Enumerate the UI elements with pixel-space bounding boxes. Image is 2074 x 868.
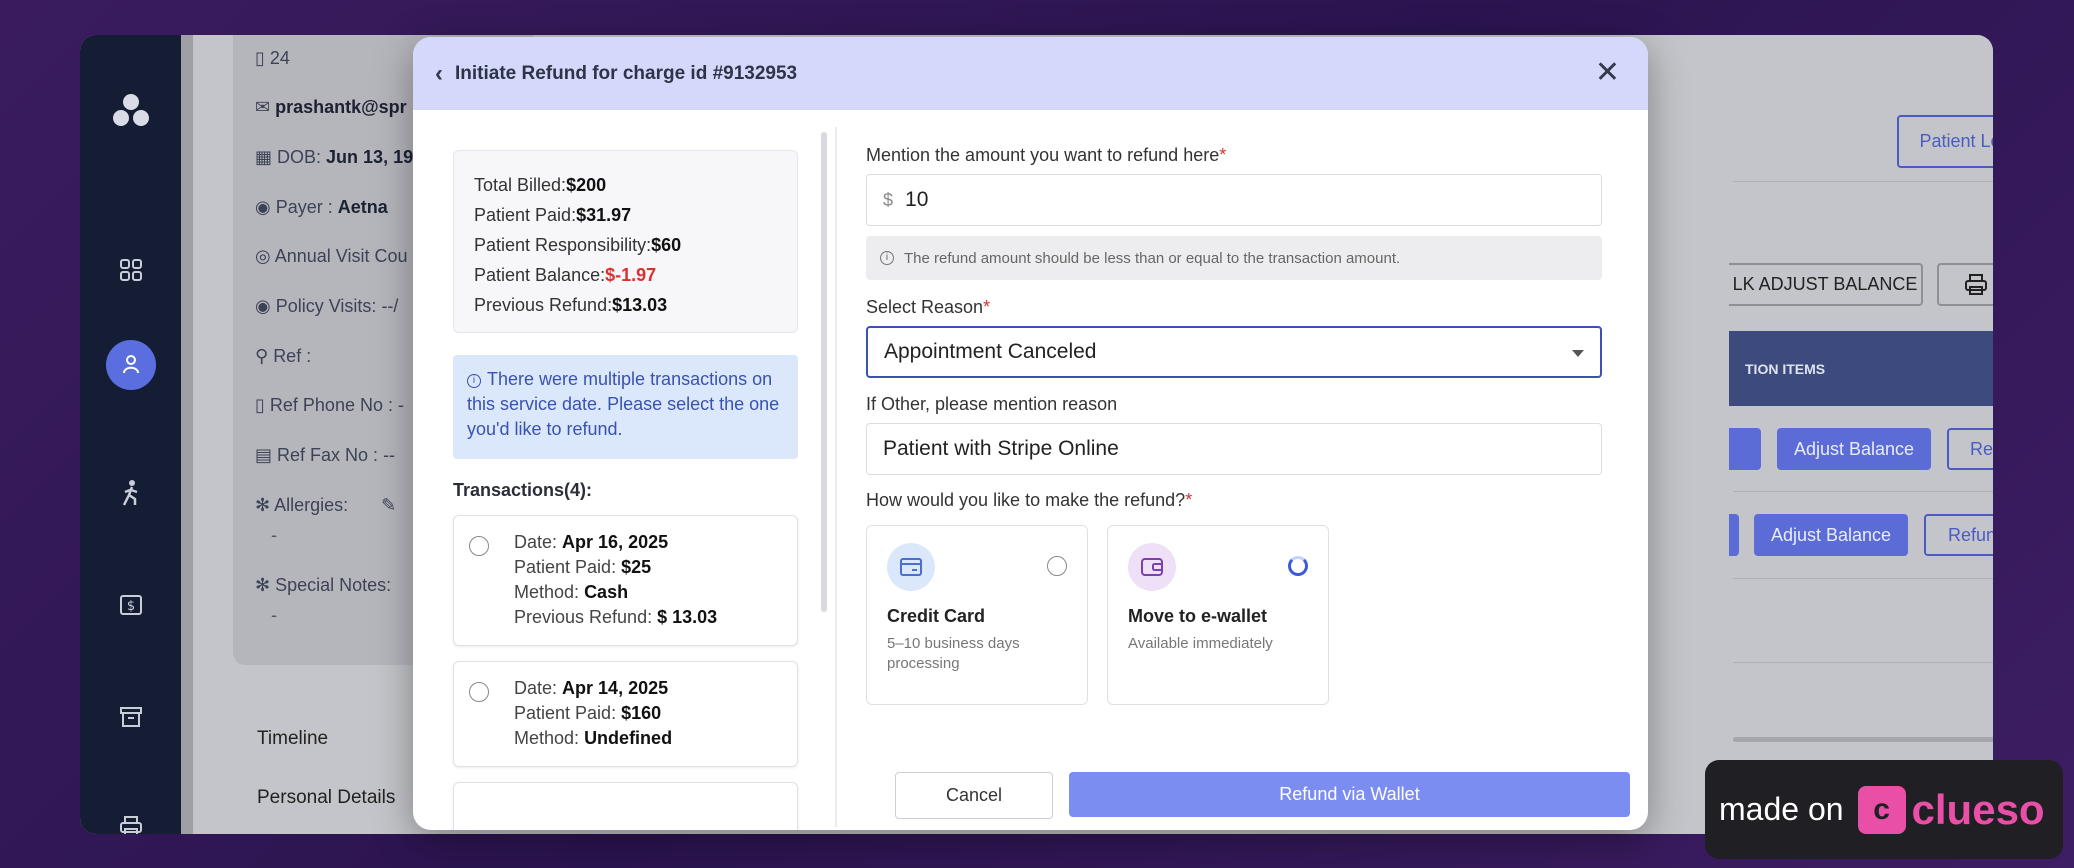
annual-visit-row: ◎ Annual Visit Cou	[255, 246, 408, 266]
row1-partial-button[interactable]	[1729, 428, 1761, 470]
email-row: ✉ prashantk@spr	[255, 97, 407, 117]
transactions-label: Transactions(4):	[453, 480, 593, 500]
clueso-watermark: made on c clueso	[1705, 760, 2063, 859]
app-logo-icon[interactable]	[80, 80, 181, 140]
activity-icon[interactable]	[80, 473, 181, 513]
other-reason-input[interactable]: Patient with Stripe Online	[866, 423, 1602, 475]
policy-visits-row: ◉ Policy Visits: --/	[255, 296, 399, 316]
chevron-down-icon	[1572, 350, 1584, 357]
credit-card-title: Credit Card	[887, 606, 986, 626]
column-divider	[835, 127, 837, 827]
credit-card-option[interactable]: Credit Card 5–10 business days processin…	[866, 525, 1088, 705]
patient-paid: Patient Paid:$31.97	[474, 205, 632, 225]
billing-icon[interactable]: $	[80, 585, 181, 625]
credit-card-desc: 5–10 business days processing	[887, 635, 1020, 672]
row1-adjust-balance-button[interactable]: Adjust Balance	[1777, 428, 1931, 470]
clueso-brand: clueso	[1911, 785, 2045, 833]
phone-row: ▯ 24	[255, 48, 290, 68]
archive-icon[interactable]	[80, 697, 181, 737]
modal-title: Initiate Refund for charge id #9132953	[455, 62, 798, 84]
charge-summary: Total Billed:$200 Patient Paid:$31.97 Pa…	[453, 150, 798, 333]
other-reason-label: If Other, please mention reason	[866, 394, 1118, 414]
credit-card-icon	[887, 543, 935, 591]
print-icon[interactable]	[80, 807, 181, 834]
info-icon: i	[880, 251, 894, 265]
patient-responsibility: Patient Responsibility:$60	[474, 235, 682, 255]
cancel-button[interactable]: Cancel	[895, 772, 1053, 819]
patient-balance: Patient Balance:$-1.97	[474, 265, 657, 285]
previous-refund: Previous Refund:$13.03	[474, 295, 668, 315]
multiple-transactions-info: i There were multiple transactions on thi…	[453, 355, 798, 459]
dashboard-icon[interactable]	[80, 250, 181, 290]
reason-select[interactable]: Appointment Canceled	[866, 326, 1602, 378]
refund-method-label: How would you like to make the refund?*	[866, 490, 1193, 510]
allergies-value: -	[271, 525, 277, 545]
allergies-row: ✻ Allergies: ✎	[255, 495, 397, 515]
sidebar: $	[80, 35, 181, 834]
back-chevron-icon[interactable]: ‹	[435, 60, 443, 88]
svg-text:$: $	[126, 599, 134, 614]
e-wallet-radio[interactable]	[1288, 556, 1308, 576]
transaction-card[interactable]: Date: Apr 16, 2025 Patient Paid: $25 Met…	[453, 515, 798, 646]
row2-partial-button[interactable]	[1729, 514, 1739, 556]
made-on-label: made on	[1719, 791, 1844, 827]
dob-row: ▦ DOB: Jun 13, 1995	[255, 147, 434, 167]
reason-label: Select Reason*	[866, 297, 991, 317]
ref-fax-row: ▤ Ref Fax No : --	[255, 445, 396, 465]
timeline-label[interactable]: Timeline	[257, 728, 328, 750]
special-notes-row: ✻ Special Notes:	[255, 575, 392, 595]
e-wallet-option[interactable]: Move to e-wallet Available immediately	[1107, 525, 1329, 705]
row2-adjust-balance-button[interactable]: Adjust Balance	[1754, 514, 1908, 556]
ref-phone-row: ▯ Ref Phone No : -	[255, 395, 404, 415]
personal-details-label[interactable]: Personal Details	[257, 787, 395, 809]
amount-hint: i The refund amount should be less than o…	[866, 236, 1602, 280]
transaction-radio[interactable]	[469, 536, 489, 556]
refund-amount-input[interactable]: $10	[866, 174, 1602, 226]
credit-card-radio[interactable]	[1047, 556, 1067, 576]
amount-label: Mention the amount you want to refund he…	[866, 145, 1227, 165]
payer-row: ◉ Payer : Aetna	[255, 197, 388, 217]
special-notes-value: -	[271, 605, 277, 625]
refund-modal: ‹ Initiate Refund for charge id #9132953…	[413, 37, 1648, 830]
patient-ledger-button[interactable]: Patient Ledger	[1897, 115, 1993, 168]
modal-header: ‹ Initiate Refund for charge id #9132953…	[413, 37, 1648, 110]
scrollbar[interactable]	[181, 35, 193, 834]
wallet-icon	[1128, 543, 1176, 591]
print-icon	[1965, 273, 1987, 295]
patient-icon[interactable]	[80, 337, 181, 393]
row2-refund-button[interactable]: Refund	[1924, 514, 1993, 556]
table-header: TION ITEMS	[1729, 331, 1993, 406]
clueso-logo-icon: c	[1857, 785, 1906, 834]
left-scrollbar[interactable]	[821, 132, 827, 612]
refund-via-wallet-button[interactable]: Refund via Wallet	[1069, 772, 1630, 817]
print-button[interactable]	[1937, 263, 1993, 306]
transaction-radio[interactable]	[469, 682, 489, 702]
ref-row: ⚲ Ref :	[255, 346, 312, 366]
row1-refund-button[interactable]: Refund	[1947, 428, 1993, 470]
close-icon[interactable]: ✕	[1595, 55, 1620, 90]
transaction-card[interactable]: Date: Apr 14, 2025 Patient Paid: $160 Me…	[453, 661, 798, 767]
e-wallet-title: Move to e-wallet	[1128, 606, 1268, 626]
total-billed: Total Billed:$200	[474, 175, 607, 195]
transaction-card[interactable]	[453, 782, 798, 830]
info-icon: i	[467, 374, 481, 388]
bulk-adjust-balance-button[interactable]: LK ADJUST BALANCE	[1729, 263, 1923, 306]
e-wallet-desc: Available immediately	[1128, 635, 1273, 652]
